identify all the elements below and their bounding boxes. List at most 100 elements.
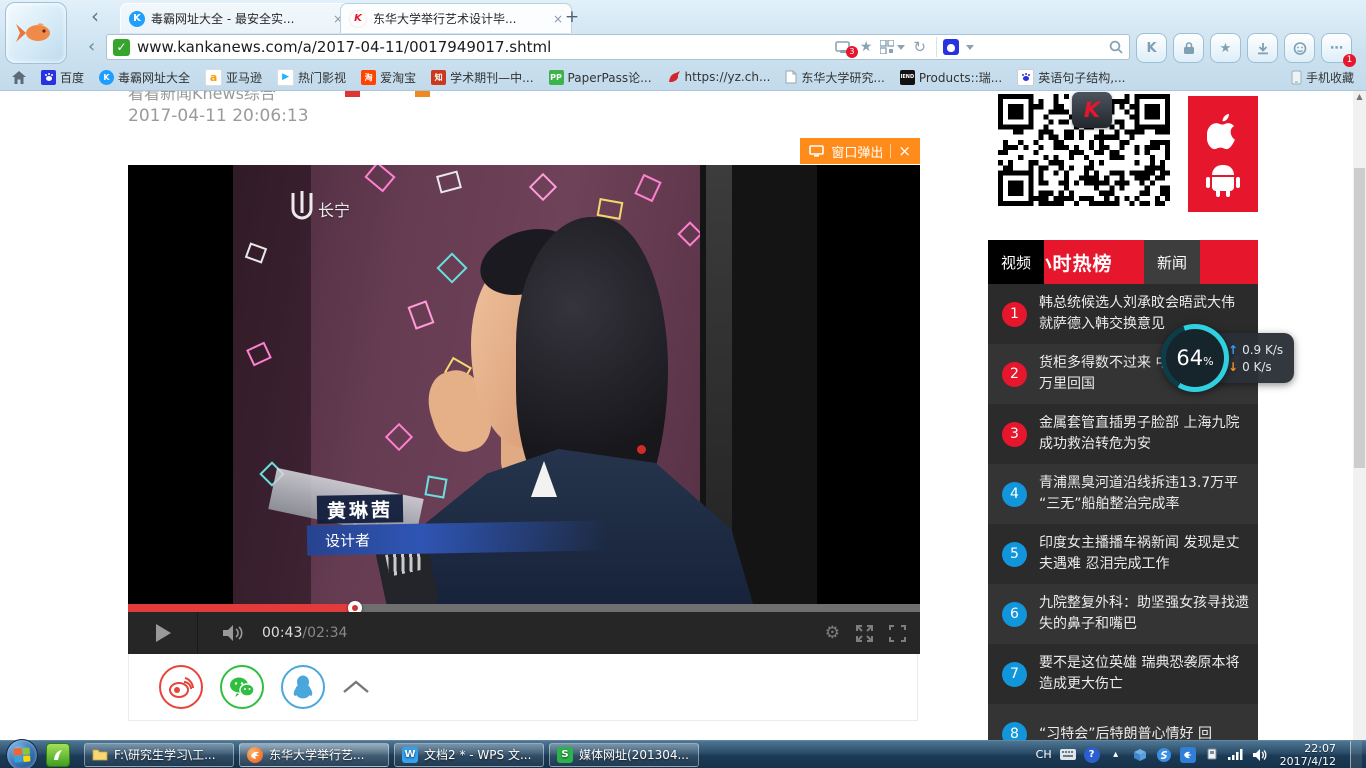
task-browser[interactable]: 东华大学举行艺... <box>239 743 389 767</box>
play-button[interactable] <box>156 624 171 642</box>
thunder-tray-icon[interactable] <box>1180 747 1196 763</box>
keyboard-icon[interactable] <box>1060 747 1076 763</box>
account-button[interactable]: K <box>1136 33 1167 63</box>
wall-art <box>677 221 702 246</box>
wall-art <box>424 475 447 498</box>
cheetah-browser-icon <box>247 747 263 763</box>
task-wps-writer[interactable]: W 文档2 * - WPS 文... <box>394 743 544 767</box>
hot-item-3[interactable]: 3 金属套管直插男子脸部 上海九院成功救治转危为安 <box>988 404 1258 464</box>
hot-item-5[interactable]: 5 印度女主播播车祸新闻 发现是丈夫遇难 忍泪完成工作 <box>988 524 1258 584</box>
chevron-down-icon[interactable] <box>966 45 974 50</box>
wall-art <box>436 252 467 283</box>
hot-item-4[interactable]: 4 青浦黑臭河道沿线拆违13.7万平 “三无”船舶整治完成率 <box>988 464 1258 524</box>
task-wps-sheet[interactable]: S 媒体网址(201304... <box>549 743 699 767</box>
tray-expand-chevron-icon[interactable]: ▴ <box>1108 747 1124 763</box>
volume-icon[interactable] <box>222 624 244 642</box>
coreldraw-taskbar-icon[interactable] <box>46 743 70 767</box>
tab-news[interactable]: 新闻 <box>1144 240 1200 284</box>
hot-item-text: 九院整复外科：助坚强女孩寻找遗失的鼻子和嘴巴 <box>1039 593 1250 635</box>
theater-mode-icon[interactable] <box>856 625 873 642</box>
start-button[interactable] <box>6 739 38 768</box>
home-icon <box>12 71 26 84</box>
search-engine-paw-icon[interactable] <box>943 39 959 55</box>
k-favicon: K <box>99 70 114 85</box>
security-lock-button[interactable] <box>1173 33 1204 63</box>
caption-role: 设计者 <box>307 520 607 555</box>
search-icon[interactable] <box>1109 40 1123 54</box>
collapse-chevron-icon[interactable] <box>342 680 370 694</box>
video-progress-bar[interactable] <box>128 604 920 612</box>
hot-rank-1: 1 <box>1002 302 1027 327</box>
scrollbar-up-arrow[interactable]: ▲ <box>1353 92 1366 101</box>
bookmark-videos[interactable]: ▶ 热门影视 <box>277 69 346 86</box>
progress-percent: 64 <box>1176 346 1203 370</box>
refresh-icon[interactable]: ↻ <box>913 38 926 56</box>
browser-skin-logo[interactable] <box>5 2 67 64</box>
video-viewport[interactable]: 黄琳茜 设计者 长宁 <box>128 165 920 604</box>
sogou-tray-icon[interactable] <box>1156 747 1172 763</box>
app-download-strip[interactable] <box>1188 96 1258 212</box>
bookmark-yz[interactable]: https://yz.ch... <box>667 70 771 84</box>
media-sniffer-icon[interactable]: 3 <box>835 41 852 54</box>
show-desktop-button[interactable] <box>1350 741 1362 768</box>
url-text[interactable]: www.kankanews.com/a/2017-04-11/001794901… <box>137 38 827 56</box>
bookmark-mobile-favorites[interactable]: 手机收藏 <box>1291 69 1354 86</box>
browser-chrome: ‹ K 毒霸网址大全 - 最安全实... × K 东华大学举行艺术设计毕... … <box>0 0 1366 91</box>
player-right-controls: ⚙ <box>825 623 920 643</box>
bookmark-home[interactable] <box>12 71 26 84</box>
settings-gear-icon[interactable]: ⚙ <box>825 623 840 643</box>
qr-share-icon[interactable] <box>880 40 894 54</box>
favorites-button[interactable]: ★ <box>1210 33 1241 63</box>
caption-name: 黄琳茜 <box>317 494 403 523</box>
bookmark-duba[interactable]: K 毒霸网址大全 <box>99 69 190 86</box>
new-tab-button[interactable]: + <box>560 6 584 28</box>
volume-tray-icon[interactable] <box>1252 747 1268 763</box>
browser-tab-1[interactable]: K 毒霸网址大全 - 最安全实... × <box>120 3 352 33</box>
help-icon[interactable]: ? <box>1084 747 1100 763</box>
bookmark-cnki[interactable]: 知 学术期刊—中... <box>431 69 533 86</box>
vbox-tray-icon[interactable] <box>1132 747 1148 763</box>
cnki-favicon: 知 <box>431 70 446 85</box>
popup-window-button[interactable]: 窗口弹出 × <box>800 138 920 164</box>
browser-tab-2[interactable]: K 东华大学举行艺术设计毕... × <box>340 3 572 33</box>
power-plug-icon[interactable] <box>1204 747 1220 763</box>
network-signal-icon[interactable] <box>1228 747 1244 763</box>
bookmark-products[interactable]: IEND Products::瑞... <box>900 69 1002 86</box>
task-explorer[interactable]: F:\研究生学习\工... <box>84 743 234 767</box>
hot-item-text: 印度女主播播车祸新闻 发现是丈夫遇难 忍泪完成工作 <box>1039 533 1250 575</box>
address-bar[interactable]: ✓ www.kankanews.com/a/2017-04-11/0017949… <box>106 34 1130 60</box>
popup-close-icon[interactable]: × <box>898 142 911 160</box>
language-indicator[interactable]: CH <box>1036 748 1052 761</box>
bookmark-taobao[interactable]: 淘 爱淘宝 <box>361 69 416 86</box>
nav-back-icon[interactable]: ‹ <box>88 36 104 58</box>
tab-video[interactable]: 视频 <box>988 240 1044 284</box>
wall-art <box>529 173 557 201</box>
task-label: F:\研究生学习\工... <box>114 746 216 763</box>
bookmark-label: 学术期刊—中... <box>450 69 533 86</box>
bookmark-star-icon[interactable]: ★ <box>860 39 873 55</box>
bookmark-baidu[interactable]: 百度 <box>41 69 84 86</box>
download-button[interactable] <box>1247 33 1278 63</box>
feedback-button[interactable] <box>1284 33 1315 63</box>
taskbar-clock[interactable]: 22:07 2017/4/12 <box>1280 742 1336 768</box>
download-progress-ball[interactable]: 64 % <box>1161 324 1229 392</box>
weibo-icon <box>168 676 194 698</box>
iend-favicon: IEND <box>900 70 915 85</box>
page-scrollbar[interactable]: ▲ <box>1353 88 1366 740</box>
scrollbar-thumb[interactable] <box>1354 168 1365 468</box>
hot-item-6[interactable]: 6 九院整复外科：助坚强女孩寻找遗失的鼻子和嘴巴 <box>988 584 1258 644</box>
browser-search-box[interactable] <box>936 37 1101 57</box>
share-wechat-button[interactable] <box>220 665 264 709</box>
titlebar-back-icon[interactable]: ‹ <box>82 6 108 28</box>
chevron-down-icon[interactable] <box>897 45 905 50</box>
bookmark-english[interactable]: 英语句子结构,... <box>1017 69 1125 86</box>
share-weibo-button[interactable] <box>159 665 203 709</box>
hot-item-7[interactable]: 7 要不是这位英雄 瑞典恐袭原本将造成更大伤亡 <box>988 644 1258 704</box>
bookmark-paperpass[interactable]: PP PaperPass论... <box>549 69 652 86</box>
share-qq-button[interactable] <box>281 665 325 709</box>
fullscreen-icon[interactable] <box>889 625 906 642</box>
menu-more-button[interactable]: ⋯ 1 <box>1321 33 1352 63</box>
bookmark-dhu[interactable]: 东华大学研究... <box>785 69 884 86</box>
bookmark-amazon[interactable]: a 亚马逊 <box>205 69 262 86</box>
hot-list: K 48小时热榜 新闻 视频 1 韩总统候选人刘承旼会晤武大伟 就萨德入韩交换意… <box>988 240 1258 764</box>
